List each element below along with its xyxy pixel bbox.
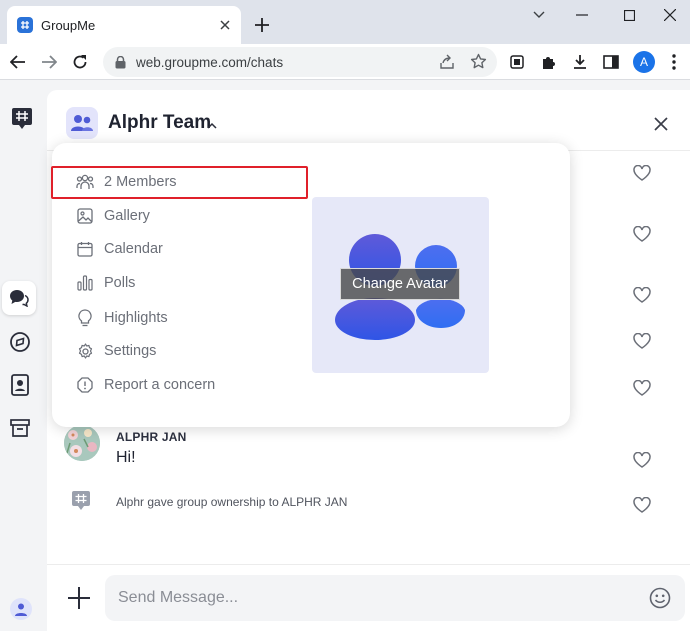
discover-compass-icon[interactable] [5, 327, 35, 357]
new-tab-button[interactable] [251, 14, 273, 36]
lightbulb-icon [76, 309, 94, 327]
reload-icon[interactable] [69, 51, 91, 73]
composer-divider [47, 564, 690, 565]
tab-close-icon[interactable] [217, 17, 233, 33]
message-sender: ALPHR JAN [116, 430, 187, 444]
polls-icon [76, 274, 94, 292]
gear-icon [76, 342, 94, 360]
menu-item-report[interactable]: Report a concern [76, 374, 215, 396]
menu-item-label: Gallery [104, 208, 150, 224]
emoji-icon[interactable] [649, 587, 671, 609]
menu-item-label: Calendar [104, 241, 163, 257]
warning-icon [76, 376, 94, 394]
like-heart-icon[interactable] [633, 286, 653, 305]
back-arrow-icon[interactable] [7, 51, 29, 73]
download-icon[interactable] [569, 51, 591, 73]
menu-item-label: Report a concern [104, 377, 216, 393]
left-nav-rail [0, 80, 46, 631]
message-input[interactable]: Send Message... [105, 575, 685, 621]
sender-avatar[interactable] [64, 425, 100, 461]
minimize-button[interactable] [571, 4, 593, 26]
browser-tabstrip: GroupMe [0, 0, 690, 44]
forward-arrow-icon[interactable] [38, 51, 60, 73]
window-close-button[interactable] [659, 4, 681, 26]
close-icon[interactable] [650, 113, 672, 135]
tab-search-chevron-icon[interactable] [528, 4, 550, 26]
browser-tab-groupme[interactable]: GroupMe [7, 6, 241, 44]
my-profile-avatar[interactable] [10, 598, 32, 620]
menu-item-settings[interactable]: Settings [76, 340, 156, 362]
like-heart-icon[interactable] [633, 451, 653, 470]
group-avatar-icon[interactable] [66, 107, 98, 139]
like-heart-icon[interactable] [633, 496, 653, 515]
groupme-favicon-icon [17, 17, 33, 33]
like-heart-icon[interactable] [633, 164, 653, 183]
like-heart-icon[interactable] [633, 379, 653, 398]
menu-item-label: Settings [104, 343, 157, 359]
groupme-system-icon [71, 490, 93, 514]
gallery-icon [76, 207, 94, 225]
profile-avatar[interactable]: A [633, 51, 655, 73]
menu-item-label: Polls [104, 275, 136, 291]
groupme-logo-icon[interactable] [7, 104, 37, 134]
change-avatar-button[interactable]: Change Avatar [340, 268, 460, 300]
archive-icon[interactable] [5, 413, 35, 443]
url-text: web.groupme.com/chats [136, 55, 284, 70]
message-text: Hi! [116, 449, 136, 466]
menu-item-highlights[interactable]: Highlights [76, 307, 168, 329]
chats-nav-icon[interactable] [2, 281, 36, 315]
browser-menu-icon[interactable] [663, 51, 685, 73]
menu-item-polls[interactable]: Polls [76, 272, 135, 294]
attach-plus-icon[interactable] [67, 586, 91, 610]
members-highlight-annotation [51, 166, 308, 199]
extensions-puzzle-icon[interactable] [538, 51, 560, 73]
group-name[interactable]: Alphr Team [108, 112, 211, 134]
message-input-placeholder: Send Message... [118, 589, 239, 606]
contacts-icon[interactable] [5, 370, 35, 400]
menu-item-gallery[interactable]: Gallery [76, 205, 150, 227]
calendar-icon [76, 240, 94, 258]
tab-title: GroupMe [41, 17, 96, 33]
browser-toolbar: web.groupme.com/chats A [0, 44, 690, 80]
like-heart-icon[interactable] [633, 332, 653, 351]
lock-icon [115, 55, 126, 74]
share-icon[interactable] [439, 54, 455, 75]
address-bar[interactable]: web.groupme.com/chats [103, 47, 497, 77]
chevron-up-icon[interactable] [207, 116, 217, 134]
side-panel-icon[interactable] [600, 51, 622, 73]
maximize-button[interactable] [618, 4, 640, 26]
system-message: Alphr gave group ownership to ALPHR JAN [116, 495, 348, 509]
like-heart-icon[interactable] [633, 225, 653, 244]
bookmark-star-icon[interactable] [470, 53, 487, 75]
menu-item-calendar[interactable]: Calendar [76, 238, 163, 260]
menu-item-label: Highlights [104, 310, 168, 326]
screenshot-extension-icon[interactable] [506, 51, 528, 73]
